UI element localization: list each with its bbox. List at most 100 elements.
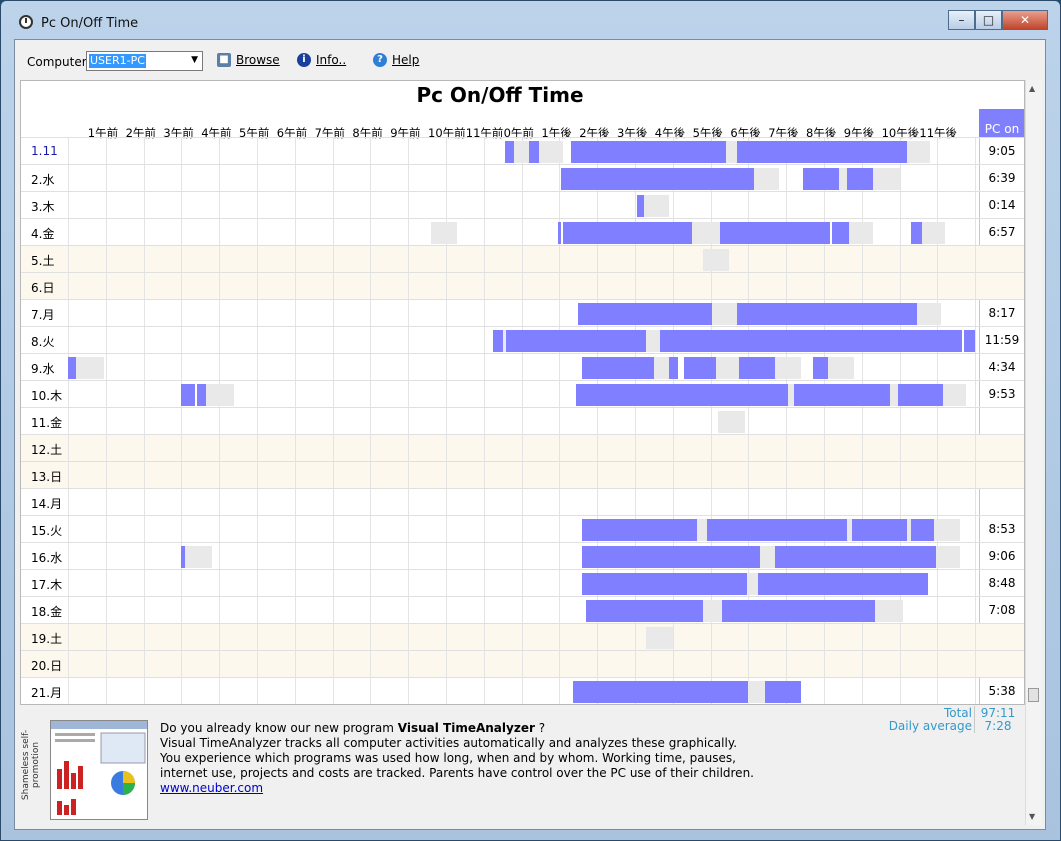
promo-link[interactable]: www.neuber.com — [160, 781, 263, 795]
on-interval-bar[interactable] — [582, 519, 698, 541]
on-interval-bar[interactable] — [68, 357, 76, 379]
hour-gridline — [937, 246, 939, 273]
on-interval-bar[interactable] — [738, 357, 775, 379]
hour-gridline — [975, 219, 977, 246]
day-row[interactable]: 3.木 0:14 — [21, 191, 1024, 219]
day-row[interactable]: 18.金 7:08 — [21, 596, 1024, 624]
on-interval-bar[interactable] — [846, 168, 874, 190]
close-button[interactable]: ✕ — [1002, 10, 1048, 30]
day-row[interactable]: 2.水 6:39 — [21, 164, 1024, 192]
on-interval-bar[interactable] — [181, 546, 186, 568]
on-interval-bar[interactable] — [720, 222, 830, 244]
scroll-thumb[interactable] — [1028, 688, 1039, 702]
scroll-down-icon[interactable]: ▼ — [1029, 812, 1035, 821]
minimize-button[interactable]: – — [948, 10, 975, 30]
day-row[interactable]: 12.土 — [21, 434, 1024, 462]
info-button[interactable]: i Info.. — [297, 53, 346, 67]
on-interval-bar[interactable] — [793, 384, 891, 406]
on-interval-bar[interactable] — [572, 681, 749, 703]
pc-on-value: 7:08 — [988, 603, 1016, 617]
hour-gridline — [899, 408, 901, 435]
on-interval-bar[interactable] — [897, 384, 944, 406]
day-row[interactable]: 5.土 — [21, 245, 1024, 273]
day-row[interactable]: 9.水 4:34 — [21, 353, 1024, 381]
on-interval-bar[interactable] — [585, 600, 704, 622]
on-interval-bar[interactable] — [181, 384, 195, 406]
day-row[interactable]: 13.日 — [21, 461, 1024, 489]
browse-label: Browse — [236, 53, 280, 67]
maximize-button[interactable]: □ — [975, 10, 1002, 30]
hour-gridline — [483, 354, 485, 381]
on-interval-bar[interactable] — [504, 141, 515, 163]
on-interval-bar[interactable] — [910, 519, 934, 541]
day-row[interactable]: 7.月 8:17 — [21, 299, 1024, 327]
day-row[interactable]: 11.金 — [21, 407, 1024, 435]
hour-gridline — [483, 624, 485, 651]
row-date-label: 17.木 — [31, 578, 63, 592]
on-interval-bar[interactable] — [706, 519, 847, 541]
on-interval-bar[interactable] — [529, 141, 539, 163]
day-row[interactable]: 8.火 11:59 — [21, 326, 1024, 354]
on-interval-bar[interactable] — [582, 573, 747, 595]
promo-product-name: Visual TimeAnalyzer — [397, 721, 535, 735]
on-interval-bar[interactable] — [570, 141, 726, 163]
on-interval-bar[interactable] — [563, 222, 692, 244]
hour-gridline — [521, 354, 523, 381]
on-interval-bar[interactable] — [803, 168, 840, 190]
on-interval-bar[interactable] — [910, 222, 923, 244]
hour-gridline — [521, 435, 523, 462]
on-interval-bar[interactable] — [852, 519, 908, 541]
on-interval-bar[interactable] — [578, 303, 713, 325]
on-interval-bar[interactable] — [582, 546, 760, 568]
on-interval-bar[interactable] — [196, 384, 206, 406]
day-row[interactable]: 6.日 — [21, 272, 1024, 300]
help-button[interactable]: ? Help — [373, 53, 419, 67]
on-interval-bar[interactable] — [576, 384, 789, 406]
on-interval-bar[interactable] — [737, 303, 917, 325]
on-interval-bar[interactable] — [737, 141, 908, 163]
window-title: Pc On/Off Time — [41, 16, 139, 31]
on-interval-bar[interactable] — [669, 357, 679, 379]
pc-on-value: 6:39 — [988, 171, 1016, 185]
on-interval-bar[interactable] — [684, 357, 717, 379]
on-interval-bar[interactable] — [506, 330, 647, 352]
scroll-up-icon[interactable]: ▲ — [1029, 84, 1035, 93]
day-row[interactable]: 17.木 8:48 — [21, 569, 1024, 597]
day-row[interactable]: 20.日 — [21, 650, 1024, 678]
on-interval-bar[interactable] — [831, 222, 849, 244]
day-row[interactable]: 16.水 9:06 — [21, 542, 1024, 570]
hour-gridline — [408, 354, 410, 381]
hour-gridline — [68, 219, 69, 246]
hour-gridline — [559, 246, 561, 273]
hour-gridline — [408, 219, 410, 246]
on-interval-bar[interactable] — [963, 330, 976, 352]
hour-gridline — [559, 624, 561, 651]
day-row[interactable]: 14.月 — [21, 488, 1024, 516]
browse-button[interactable]: ■ Browse — [217, 53, 280, 67]
on-interval-bar[interactable] — [774, 546, 936, 568]
on-interval-bar[interactable] — [636, 195, 645, 217]
on-interval-bar[interactable] — [812, 357, 828, 379]
chevron-down-icon[interactable]: ▼ — [191, 55, 198, 65]
day-row[interactable]: 19.土 — [21, 623, 1024, 651]
day-row[interactable]: 1.11 9:05 — [21, 137, 1024, 165]
hour-gridline — [521, 543, 523, 570]
on-interval-bar[interactable] — [765, 681, 802, 703]
computer-select[interactable]: USER1-PC ▼ — [86, 51, 203, 71]
on-interval-bar[interactable] — [659, 330, 962, 352]
on-interval-bar[interactable] — [757, 573, 928, 595]
day-row[interactable]: 21.月 5:38 — [21, 677, 1024, 704]
hour-gridline — [824, 624, 825, 651]
day-row[interactable]: 4.金 6:57 — [21, 218, 1024, 246]
on-interval-bar[interactable] — [557, 222, 562, 244]
hour-gridline — [68, 165, 69, 192]
promo-screenshot-thumbnail[interactable] — [50, 720, 148, 820]
chart-title: Pc On/Off Time — [416, 83, 584, 107]
on-interval-bar[interactable] — [561, 168, 755, 190]
vertical-scrollbar[interactable]: ▲ ▼ — [1025, 80, 1042, 825]
day-row[interactable]: 15.火 8:53 — [21, 515, 1024, 543]
day-row[interactable]: 10.木 9:53 — [21, 380, 1024, 408]
on-interval-bar[interactable] — [721, 600, 876, 622]
on-interval-bar[interactable] — [493, 330, 503, 352]
on-interval-bar[interactable] — [582, 357, 654, 379]
